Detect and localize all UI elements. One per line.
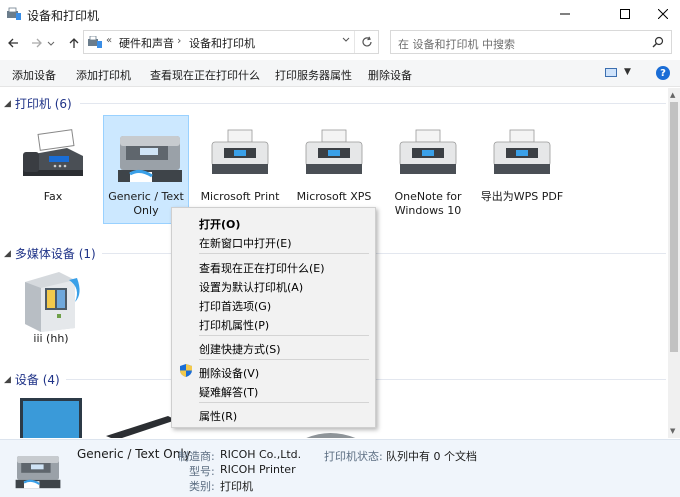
print-server-properties-button[interactable]: 打印服务器属性 (275, 67, 352, 83)
view-dropdown-icon[interactable]: ▼ (624, 67, 631, 77)
breadcrumb-separator-icon[interactable]: › (177, 34, 181, 47)
add-device-button[interactable]: 添加设备 (12, 67, 56, 83)
keyboard-icon (106, 416, 176, 438)
close-icon (658, 9, 668, 19)
details-model-label: 型号: (189, 465, 215, 478)
device-onenote[interactable]: OneNote for Windows 10 (385, 126, 471, 222)
printer-icon (486, 126, 558, 182)
menu-separator (199, 402, 369, 403)
printer-icon (110, 126, 182, 182)
device-label: 导出为WPS PDF (480, 190, 564, 203)
details-category-label: 类别: (189, 480, 215, 493)
minimize-button[interactable] (542, 0, 588, 28)
device-media-iii[interactable]: iii (hh) (8, 268, 94, 354)
vertical-scrollbar[interactable]: ▲ ▼ (668, 88, 680, 438)
refresh-button[interactable] (354, 31, 378, 53)
details-model-value: RICOH Printer (220, 463, 296, 476)
group-label-devices: 设备 (4) (14, 373, 60, 387)
collapse-caret-icon[interactable]: ◢ (4, 375, 11, 385)
uac-shield-icon (180, 364, 192, 377)
details-pane: Generic / Text Only 制造商: RICOH Co.,Ltd. … (0, 439, 680, 497)
fax-icon (17, 126, 89, 182)
printer-icon (298, 126, 370, 182)
context-menu: 打开(O) 在新窗口中打开(E) 查看现在正在打印什么(E) 设置为默认打印机(… (171, 207, 376, 428)
menu-item-see-whats-printing[interactable]: 查看现在正在打印什么(E) (199, 260, 325, 276)
menu-item-remove-device[interactable]: 删除设备(V) (199, 365, 259, 381)
arrow-right-icon (32, 38, 42, 48)
menu-item-troubleshoot[interactable]: 疑难解答(T) (199, 384, 258, 400)
address-dropdown-icon[interactable] (342, 35, 350, 46)
media-device-icon (15, 268, 87, 332)
up-button[interactable] (66, 35, 82, 51)
details-status-label: 打印机状态: (324, 450, 383, 463)
menu-separator (199, 359, 369, 360)
device-monitor[interactable] (16, 396, 86, 438)
search-box[interactable]: 在 设备和打印机 中搜索 (390, 30, 672, 54)
menu-separator (199, 335, 369, 336)
arrow-left-icon (8, 38, 18, 48)
collapse-caret-icon[interactable]: ◢ (4, 249, 11, 259)
control-panel-icon (88, 36, 102, 48)
window-title: 设备和打印机 (27, 9, 100, 23)
device-fax[interactable]: Fax (10, 126, 96, 222)
breadcrumb-hardware-and-sound[interactable]: 硬件和声音 (119, 35, 174, 51)
devices-and-printers-icon (7, 7, 21, 20)
command-bar: 添加设备 添加打印机 查看现在正在打印什么 打印服务器属性 删除设备 ▼ (0, 60, 680, 87)
search-input[interactable]: 在 设备和打印机 中搜索 (398, 36, 515, 52)
add-printer-button[interactable]: 添加打印机 (76, 67, 131, 83)
details-manufacturer-label: 制造商: (178, 450, 215, 463)
device-label: Fax (43, 190, 63, 203)
details-status-value: 队列中有 0 个文档 (386, 450, 477, 463)
group-header-devices[interactable]: ◢ 设备 (4) (4, 371, 60, 388)
details-category-value: 打印机 (220, 480, 253, 493)
menu-item-properties[interactable]: 属性(R) (199, 408, 237, 424)
device-label: Microsoft Print (200, 190, 280, 203)
chevron-down-icon (47, 41, 55, 46)
title-bar: 设备和打印机 (0, 0, 680, 28)
collapse-caret-icon[interactable]: ◢ (4, 99, 11, 109)
refresh-icon (361, 36, 372, 47)
device-label: Microsoft XPS (296, 190, 372, 203)
menu-item-open[interactable]: 打开(O) (199, 216, 240, 232)
details-manufacturer-value: RICOH Co.,Ltd. (220, 448, 302, 461)
scroll-up-icon[interactable]: ▲ (670, 91, 675, 99)
address-bar[interactable]: « 硬件和声音 › 设备和打印机 (83, 30, 379, 54)
printer-icon (15, 456, 61, 489)
group-header-printers[interactable]: ◢ 打印机 (6) (4, 95, 72, 112)
menu-item-printer-properties[interactable]: 打印机属性(P) (199, 317, 269, 333)
menu-item-create-shortcut[interactable]: 创建快捷方式(S) (199, 341, 281, 357)
forward-button[interactable] (29, 35, 45, 51)
menu-separator (199, 253, 369, 254)
printer-icon (392, 126, 464, 182)
details-device-name: Generic / Text Only (77, 447, 191, 461)
help-button[interactable]: ? (656, 66, 670, 80)
recent-locations-button[interactable] (46, 35, 56, 51)
remove-device-button[interactable]: 删除设备 (368, 67, 412, 83)
device-label: OneNote for Windows 10 (394, 190, 462, 217)
device-wps-pdf[interactable]: 导出为WPS PDF (479, 126, 565, 222)
change-view-icon[interactable] (605, 68, 617, 77)
device-keyboard[interactable] (106, 410, 176, 438)
printer-icon (204, 126, 276, 182)
back-button[interactable] (5, 35, 21, 51)
maximize-icon (620, 9, 630, 19)
menu-item-set-default-printer[interactable]: 设置为默认打印机(A) (199, 279, 303, 295)
breadcrumb-devices-and-printers[interactable]: 设备和打印机 (189, 35, 255, 51)
monitor-icon (20, 398, 82, 438)
group-divider (80, 103, 666, 104)
menu-item-printing-preferences[interactable]: 打印首选项(G) (199, 298, 271, 314)
menu-item-open-new-window[interactable]: 在新窗口中打开(E) (199, 235, 292, 251)
see-whats-printing-button[interactable]: 查看现在正在打印什么 (150, 67, 260, 83)
arrow-up-icon (69, 38, 79, 48)
group-label-multimedia: 多媒体设备 (1) (14, 247, 96, 261)
scrollbar-thumb[interactable] (670, 102, 678, 352)
minimize-icon (560, 13, 570, 15)
search-icon[interactable] (652, 36, 664, 48)
close-button[interactable] (640, 0, 680, 28)
group-label-printers: 打印机 (6) (14, 97, 72, 111)
group-header-multimedia[interactable]: ◢ 多媒体设备 (1) (4, 245, 96, 262)
scroll-down-icon[interactable]: ▼ (670, 427, 675, 435)
address-overflow-chevron[interactable]: « (106, 35, 112, 46)
device-label: iii (hh) (33, 332, 69, 345)
